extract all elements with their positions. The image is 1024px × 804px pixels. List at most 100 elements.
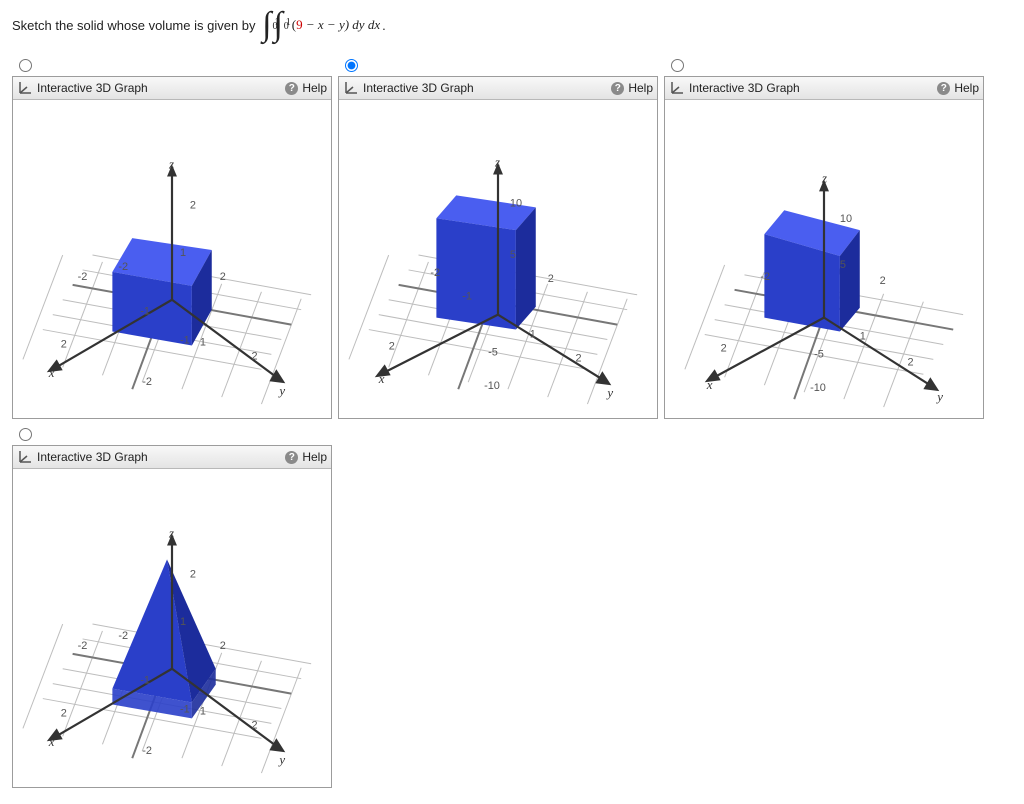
help-label[interactable]: Help bbox=[628, 81, 653, 95]
solid-b bbox=[436, 195, 535, 329]
panel-header: Interactive 3D Graph ? Help bbox=[13, 446, 331, 469]
svg-text:5: 5 bbox=[510, 249, 516, 261]
graph-canvas-b[interactable]: z x y 10 5 -5 -10 2 1 -1 -2 2 2 bbox=[339, 100, 657, 418]
inner-integral-icon: ∫ 1 0 bbox=[272, 8, 283, 42]
svg-text:10: 10 bbox=[510, 197, 522, 209]
svg-text:-2: -2 bbox=[760, 271, 770, 283]
svg-text:x: x bbox=[48, 734, 55, 749]
svg-text:2: 2 bbox=[61, 338, 67, 350]
svg-text:-2: -2 bbox=[118, 261, 128, 273]
option-a: Interactive 3D Graph ? Help bbox=[12, 56, 334, 419]
option-b: Interactive 3D Graph ? Help bbox=[338, 56, 660, 419]
svg-text:-1: -1 bbox=[180, 334, 190, 346]
axes-icon bbox=[17, 449, 33, 465]
svg-text:x: x bbox=[706, 377, 713, 392]
question-prompt: Sketch the solid whose volume is given b… bbox=[12, 8, 1012, 42]
svg-text:y: y bbox=[277, 383, 285, 398]
help-icon[interactable]: ? bbox=[611, 82, 624, 95]
option-d: Interactive 3D Graph ? Help bbox=[12, 425, 334, 788]
help-label[interactable]: Help bbox=[302, 450, 327, 464]
svg-text:z: z bbox=[168, 526, 174, 541]
svg-text:1: 1 bbox=[860, 330, 866, 342]
panel-title: Interactive 3D Graph bbox=[37, 81, 148, 95]
svg-text:2: 2 bbox=[220, 271, 226, 283]
options-row-2: Interactive 3D Graph ? Help bbox=[12, 425, 1012, 788]
graph-canvas-a[interactable]: z x y 2 1 -1 2 -2 1 -1 -2 2 -2 2 -2 2 bbox=[13, 100, 331, 418]
help-label[interactable]: Help bbox=[302, 81, 327, 95]
svg-text:-2: -2 bbox=[142, 745, 152, 757]
svg-text:-10: -10 bbox=[484, 380, 500, 392]
svg-text:1: 1 bbox=[180, 247, 186, 259]
svg-text:2: 2 bbox=[252, 350, 258, 362]
panel-header: Interactive 3D Graph ? Help bbox=[339, 77, 657, 100]
panel-title: Interactive 3D Graph bbox=[363, 81, 474, 95]
radio-option-d[interactable] bbox=[19, 428, 32, 441]
svg-text:5: 5 bbox=[840, 259, 846, 271]
svg-text:y: y bbox=[935, 389, 943, 404]
svg-text:-2: -2 bbox=[142, 376, 152, 388]
prompt-period: . bbox=[382, 18, 386, 33]
svg-text:-5: -5 bbox=[814, 348, 824, 360]
graph-panel-d: Interactive 3D Graph ? Help bbox=[12, 445, 332, 788]
svg-text:10: 10 bbox=[840, 213, 852, 225]
svg-text:-5: -5 bbox=[488, 346, 498, 358]
panel-title: Interactive 3D Graph bbox=[689, 81, 800, 95]
integrand-text: (9 − x − y) dy dx bbox=[292, 17, 380, 33]
radio-option-a[interactable] bbox=[19, 59, 32, 72]
svg-text:-2: -2 bbox=[78, 640, 88, 652]
radio-option-c[interactable] bbox=[671, 59, 684, 72]
svg-text:x: x bbox=[378, 371, 385, 386]
svg-text:2: 2 bbox=[61, 707, 67, 719]
options-row-1: Interactive 3D Graph ? Help bbox=[12, 56, 1012, 419]
graph-canvas-c[interactable]: z x y 10 5 -5 -10 2 1 2 -2 2 bbox=[665, 100, 983, 418]
axes-icon bbox=[17, 80, 33, 96]
svg-text:2: 2 bbox=[576, 352, 582, 364]
svg-text:z: z bbox=[821, 170, 827, 185]
axes-icon bbox=[343, 80, 359, 96]
svg-text:y: y bbox=[277, 752, 285, 767]
svg-text:1: 1 bbox=[530, 329, 536, 341]
svg-text:2: 2 bbox=[252, 719, 258, 731]
graph-panel-a: Interactive 3D Graph ? Help bbox=[12, 76, 332, 419]
solid-a bbox=[112, 238, 211, 345]
svg-text:2: 2 bbox=[880, 275, 886, 287]
svg-text:x: x bbox=[48, 365, 55, 380]
svg-text:2: 2 bbox=[389, 340, 395, 352]
help-label[interactable]: Help bbox=[954, 81, 979, 95]
axes-icon bbox=[669, 80, 685, 96]
svg-text:1: 1 bbox=[200, 705, 206, 717]
svg-text:2: 2 bbox=[220, 640, 226, 652]
help-icon[interactable]: ? bbox=[937, 82, 950, 95]
svg-text:-1: -1 bbox=[180, 703, 190, 715]
outer-integral-icon: ∫ 1 0 bbox=[261, 8, 272, 42]
svg-text:2: 2 bbox=[721, 342, 727, 354]
svg-text:2: 2 bbox=[907, 356, 913, 368]
svg-text:-1: -1 bbox=[462, 291, 472, 303]
graph-panel-c: Interactive 3D Graph ? Help bbox=[664, 76, 984, 419]
svg-text:2: 2 bbox=[190, 199, 196, 211]
svg-text:-2: -2 bbox=[78, 271, 88, 283]
graph-canvas-d[interactable]: z x y 2 1 -1 2 -2 1 -1 -2 2 -2 2 bbox=[13, 469, 331, 787]
prompt-leading: Sketch the solid whose volume is given b… bbox=[12, 18, 259, 33]
panel-header: Interactive 3D Graph ? Help bbox=[665, 77, 983, 100]
svg-text:1: 1 bbox=[180, 616, 186, 628]
svg-text:-2: -2 bbox=[118, 630, 128, 642]
svg-text:2: 2 bbox=[190, 568, 196, 580]
svg-text:1: 1 bbox=[200, 336, 206, 348]
svg-text:y: y bbox=[605, 385, 613, 400]
help-icon[interactable]: ? bbox=[285, 451, 298, 464]
svg-text:-1: -1 bbox=[140, 675, 150, 687]
option-c: Interactive 3D Graph ? Help bbox=[664, 56, 986, 419]
svg-text:z: z bbox=[494, 155, 500, 170]
panel-title: Interactive 3D Graph bbox=[37, 450, 148, 464]
svg-text:-2: -2 bbox=[430, 267, 440, 279]
panel-header: Interactive 3D Graph ? Help bbox=[13, 77, 331, 100]
double-integral: ∫ 1 0 ∫ 1 0 (9 − x − y) dy dx bbox=[261, 8, 380, 42]
svg-text:-10: -10 bbox=[810, 382, 826, 394]
svg-text:2: 2 bbox=[548, 273, 554, 285]
radio-option-b[interactable] bbox=[345, 59, 358, 72]
help-icon[interactable]: ? bbox=[285, 82, 298, 95]
graph-panel-b: Interactive 3D Graph ? Help bbox=[338, 76, 658, 419]
svg-text:-1: -1 bbox=[140, 306, 150, 318]
svg-text:z: z bbox=[168, 157, 174, 172]
